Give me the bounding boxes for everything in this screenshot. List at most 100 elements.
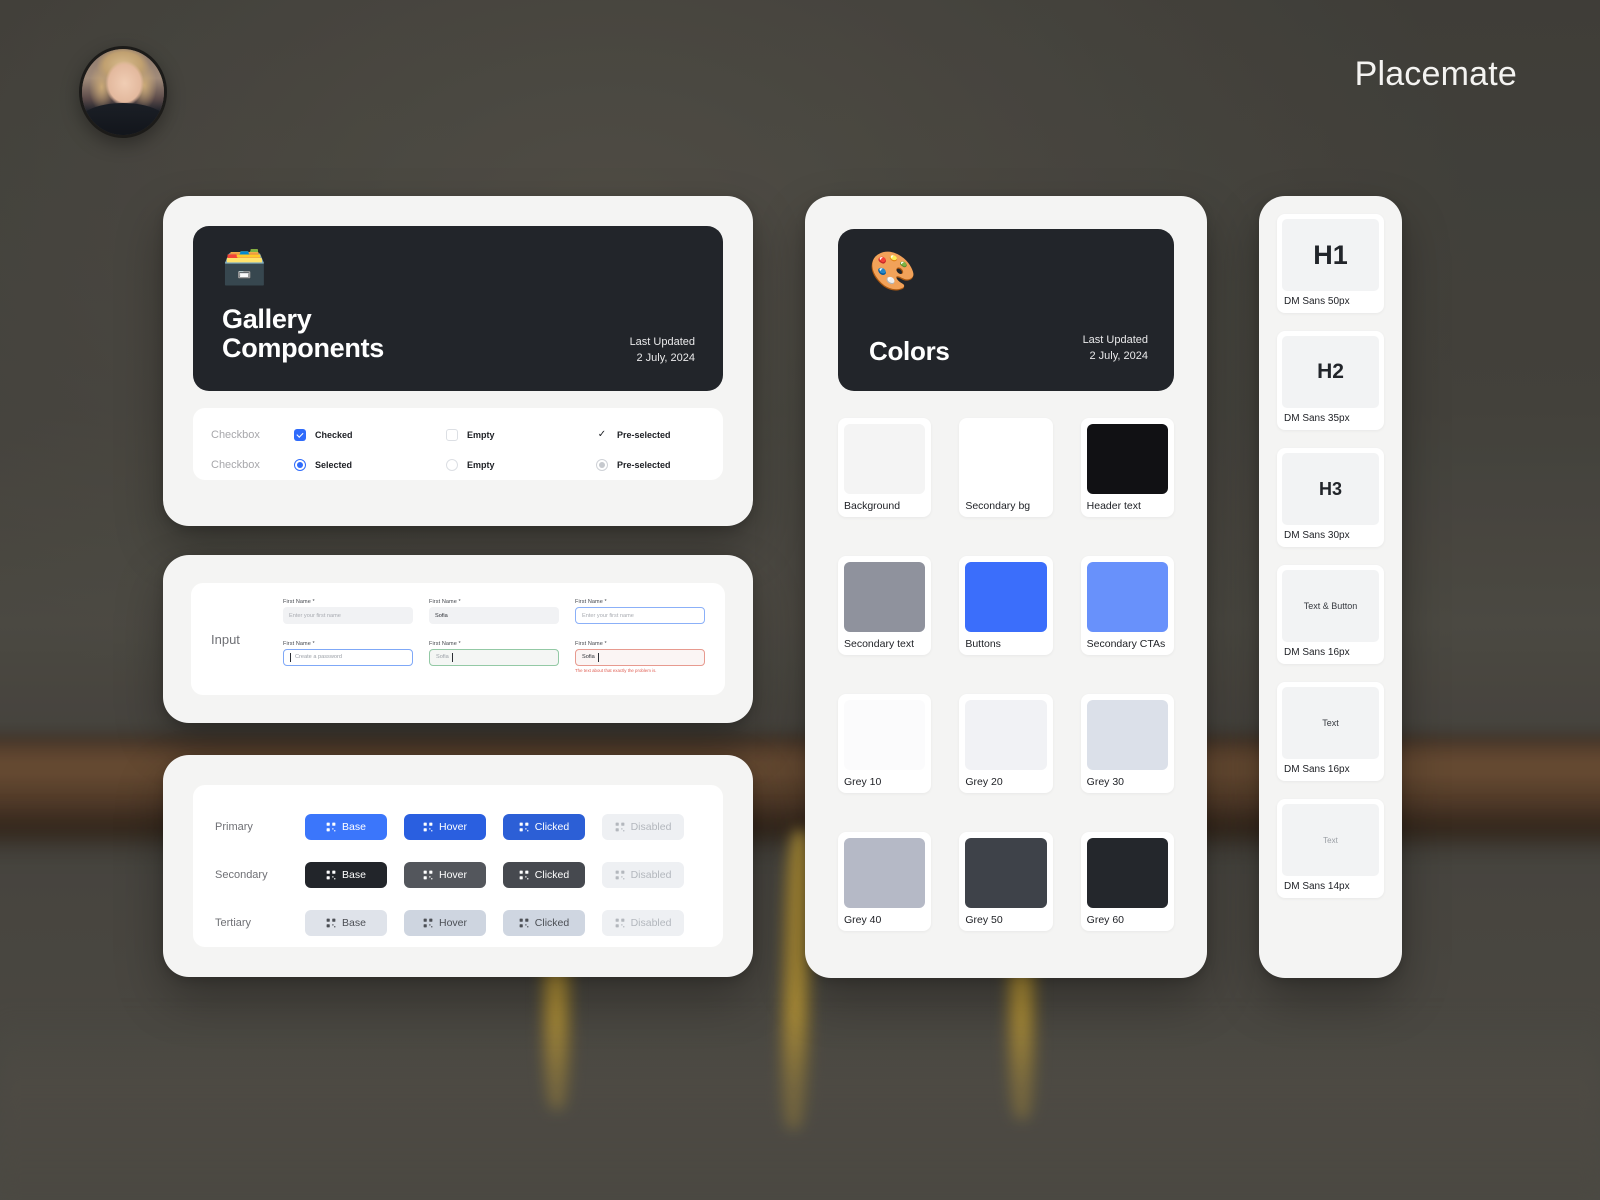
type-spec: DM Sans 14px: [1284, 881, 1350, 892]
color-swatch[interactable]: Background: [838, 418, 932, 517]
radio-selected[interactable]: Selected: [294, 459, 446, 471]
input-label-5: First Name *: [429, 640, 461, 647]
color-swatch[interactable]: Header text: [1080, 418, 1174, 517]
color-swatch[interactable]: Secondary bg: [959, 418, 1053, 517]
colors-panel: 🎨 Colors Last Updated 2 July, 2024 Backg…: [805, 196, 1207, 978]
color-swatch[interactable]: Secondary text: [838, 556, 932, 655]
radio-preselected-icon[interactable]: [596, 459, 608, 471]
color-name: Grey 30: [1086, 776, 1125, 788]
type-scale-card[interactable]: Text DM Sans 16px: [1277, 682, 1384, 781]
type-sample: Text: [1282, 804, 1379, 876]
checkbox-checked-icon[interactable]: [294, 429, 306, 441]
checkbox-showcase-sheet: Checkbox Checked Empty ✓ Pre-selected Ch…: [193, 408, 723, 480]
last-updated-date: 2 July, 2024: [636, 352, 695, 365]
input-error-message: The text about that exactly the problem …: [575, 667, 657, 673]
card-box-icon: 🗃️: [222, 245, 267, 286]
gallery-header-card: 🗃️ Gallery Components Last Updated 2 Jul…: [193, 226, 723, 391]
secondary-base-label: Base: [342, 869, 366, 881]
secondary-hover-button[interactable]: Hover: [404, 862, 486, 888]
color-name: Header text: [1086, 500, 1141, 512]
type-scale-card[interactable]: Text DM Sans 14px: [1277, 799, 1384, 898]
secondary-row-label: Secondary: [215, 869, 268, 881]
input-label-6: First Name *: [575, 640, 607, 647]
input-control-5[interactable]: Sofia: [429, 648, 559, 666]
type-scale-card[interactable]: H3 DM Sans 30px: [1277, 448, 1384, 547]
grid-qr-icon: [615, 918, 624, 928]
input-control-3[interactable]: Enter your first name: [575, 607, 705, 624]
color-chip: [844, 424, 926, 494]
radio-selected-label: Selected: [315, 460, 353, 470]
type-spec: DM Sans 50px: [1284, 296, 1350, 307]
checkmark-icon: ✓: [597, 429, 607, 440]
input-control-6[interactable]: Sofia: [575, 648, 705, 666]
primary-base-button[interactable]: Base: [305, 814, 387, 840]
type-scale-card[interactable]: H1 DM Sans 50px: [1277, 214, 1384, 313]
input-showcase-sheet: Input First Name * Enter your first name…: [191, 583, 725, 695]
color-chip: [1086, 424, 1168, 494]
tertiary-base-button[interactable]: Base: [305, 910, 387, 936]
input-components-panel: Input First Name * Enter your first name…: [163, 555, 753, 723]
text-cursor: [597, 652, 599, 662]
input-label-1: First Name *: [283, 599, 315, 605]
input-control-2[interactable]: Sofia: [429, 607, 559, 624]
primary-hover-button[interactable]: Hover: [404, 814, 486, 840]
input-field-3: First Name * Enter your first name: [575, 599, 705, 631]
color-swatch[interactable]: Grey 50: [959, 832, 1053, 931]
radio-empty-icon[interactable]: [446, 459, 458, 471]
type-scale-card[interactable]: Text & Button DM Sans 16px: [1277, 565, 1384, 664]
radio-preselected[interactable]: Pre-selected: [596, 459, 671, 471]
color-name: Grey 20: [965, 776, 1003, 788]
input-field-2: First Name * Sofia: [429, 599, 559, 631]
color-swatch[interactable]: Grey 20: [959, 694, 1053, 793]
checkbox-preselected[interactable]: ✓ Pre-selected: [596, 429, 671, 441]
tertiary-clicked-button[interactable]: Clicked: [503, 910, 585, 936]
secondary-base-button[interactable]: Base: [305, 862, 387, 888]
gallery-components-panel: 🗃️ Gallery Components Last Updated 2 Jul…: [163, 196, 753, 526]
color-chip: [1086, 700, 1168, 770]
radio-empty[interactable]: Empty: [446, 459, 596, 471]
checkbox-row-label: Checkbox: [211, 429, 260, 441]
checkbox-empty-icon[interactable]: [446, 429, 458, 441]
tertiary-row-label: Tertiary: [215, 917, 252, 929]
last-updated-label: Last Updated: [1082, 334, 1148, 347]
color-name: Secondary CTAs: [1086, 638, 1166, 650]
input-placeholder-1: Enter your first name: [289, 612, 341, 619]
checkbox-empty[interactable]: Empty: [446, 429, 596, 441]
grid-qr-icon: [326, 870, 336, 880]
color-chip: [1086, 838, 1168, 908]
type-sample: H2: [1282, 336, 1379, 408]
color-swatch[interactable]: Secondary CTAs: [1080, 556, 1174, 655]
color-swatch[interactable]: Buttons: [959, 556, 1053, 655]
type-scale-card[interactable]: H2 DM Sans 35px: [1277, 331, 1384, 430]
color-swatch[interactable]: Grey 10: [838, 694, 932, 793]
colors-card-title: Colors: [869, 335, 950, 366]
color-name: Grey 50: [965, 914, 1003, 926]
radio-selected-icon[interactable]: [294, 459, 306, 471]
input-control-1[interactable]: Enter your first name: [283, 607, 413, 624]
tertiary-hover-button[interactable]: Hover: [404, 910, 486, 936]
checkbox-checked[interactable]: Checked: [294, 429, 446, 441]
input-placeholder-4: Create a password: [295, 654, 342, 660]
color-chip: [965, 424, 1047, 494]
color-swatch[interactable]: Grey 30: [1080, 694, 1174, 793]
gallery-title-line-1: Gallery: [222, 303, 312, 334]
input-field-5: First Name * Sofia: [429, 641, 559, 680]
color-swatch[interactable]: Grey 60: [1080, 832, 1174, 931]
checkbox-empty-label: Empty: [467, 430, 495, 440]
secondary-clicked-button[interactable]: Clicked: [503, 862, 585, 888]
grid-qr-icon: [615, 870, 624, 880]
primary-hover-label: Hover: [438, 821, 467, 833]
color-chip: [1086, 562, 1168, 632]
color-name: Secondary text: [844, 638, 915, 650]
grid-qr-icon: [519, 822, 529, 832]
secondary-hover-label: Hover: [438, 869, 467, 881]
avatar[interactable]: [79, 46, 167, 138]
page-title: Placemate: [1354, 55, 1517, 93]
input-control-4[interactable]: Create a password: [283, 648, 413, 666]
buttons-showcase-sheet: Primary Base Hover Clicked Disabled Seco…: [193, 785, 723, 947]
primary-clicked-button[interactable]: Clicked: [503, 814, 585, 840]
color-chip: [844, 838, 926, 908]
radio-empty-label: Empty: [467, 460, 495, 470]
color-swatch[interactable]: Grey 40: [838, 832, 932, 931]
input-label-3: First Name *: [575, 599, 607, 605]
